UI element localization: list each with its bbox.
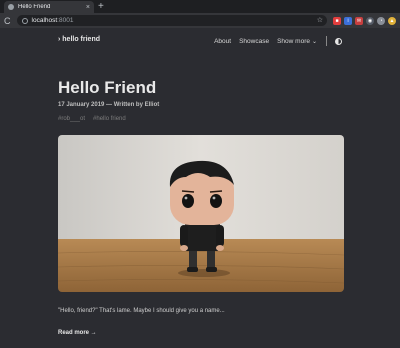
ext-amber-icon[interactable]: ▲ xyxy=(388,16,396,25)
tag-link[interactable]: #rob___ot xyxy=(58,116,85,122)
post-excerpt: "Hello, friend?" That's lame. Maybe I sh… xyxy=(58,308,225,314)
theme-toggle-icon[interactable] xyxy=(335,37,342,45)
bookmark-star-icon[interactable]: ☆ xyxy=(317,16,323,24)
nav-about[interactable]: About xyxy=(214,38,231,45)
site-header: › hello friend About Showcase Show more … xyxy=(0,28,400,54)
chevron-down-icon[interactable]: ⌄ xyxy=(312,38,317,45)
address-bar[interactable]: localhost :8001 ☆ xyxy=(16,15,327,26)
post-title[interactable]: Hello Friend xyxy=(58,78,156,98)
funko-figure-illustration xyxy=(58,135,344,292)
ext-blue-icon[interactable]: i xyxy=(344,16,352,25)
nav-divider xyxy=(326,36,327,46)
post-meta: 17 January 2019 — Written by Elliot xyxy=(58,102,160,108)
ext-red-icon[interactable]: ■ xyxy=(333,16,341,25)
nav-show-more[interactable]: Show more xyxy=(277,38,310,45)
ext-dark-icon[interactable]: ◉ xyxy=(366,16,374,25)
cover-image[interactable] xyxy=(58,135,344,292)
site-logo[interactable]: › hello friend xyxy=(58,36,100,43)
reload-icon[interactable]: C xyxy=(4,16,14,26)
post-tags: #rob___ot #hello friend xyxy=(58,116,126,122)
ext-gray-icon[interactable]: ◔ xyxy=(377,16,385,25)
ext-red2-icon[interactable]: ✉ xyxy=(355,16,363,25)
site-nav: About Showcase Show more ⌄ xyxy=(206,36,342,46)
close-tab-icon[interactable]: × xyxy=(86,4,90,11)
info-icon[interactable] xyxy=(21,17,28,24)
read-more-link[interactable]: Read more → xyxy=(58,330,97,336)
url-host: localhost xyxy=(31,17,58,24)
globe-icon xyxy=(8,4,14,10)
new-tab-button[interactable]: + xyxy=(98,1,104,13)
url-port: :8001 xyxy=(57,17,74,24)
nav-showcase[interactable]: Showcase xyxy=(239,38,269,45)
browser-tab-bar: Hello Friend × + xyxy=(0,0,400,13)
extensions-row: ■ i ✉ ◉ ◔ ▲ xyxy=(333,16,396,25)
tag-link[interactable]: #hello friend xyxy=(93,116,126,122)
tab-title: Hello Friend xyxy=(18,4,51,10)
browser-tab[interactable]: Hello Friend × xyxy=(4,1,94,13)
browser-toolbar: C localhost :8001 ☆ ■ i ✉ ◉ ◔ ▲ xyxy=(0,13,400,28)
